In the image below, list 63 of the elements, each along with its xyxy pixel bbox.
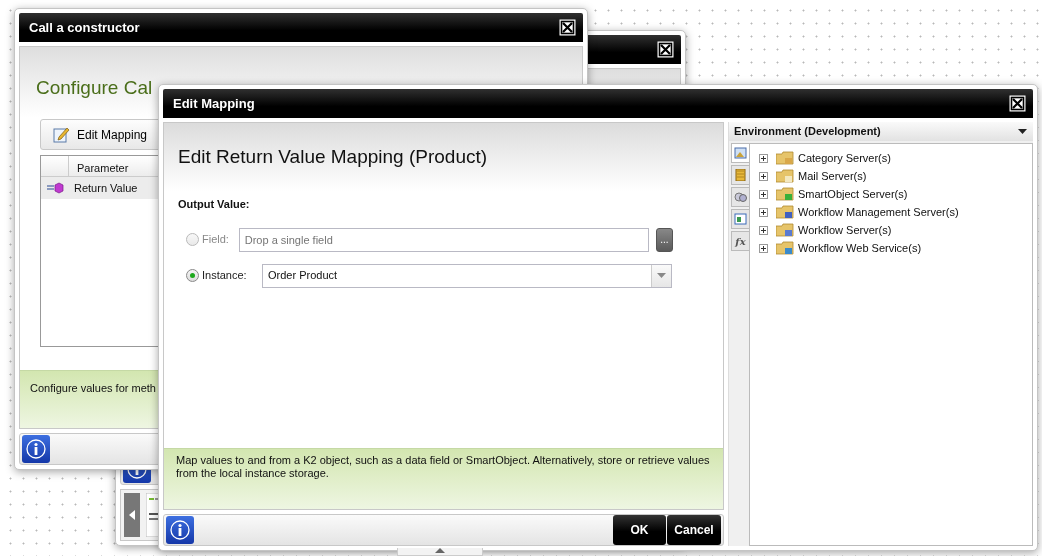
tree-item[interactable]: Workflow Management Server(s) xyxy=(759,203,1032,221)
tree-item[interactable]: Mail Server(s) xyxy=(759,167,1032,185)
servers-icon xyxy=(734,191,747,203)
dropdown-field[interactable]: Order Product xyxy=(262,263,672,288)
folder-icon xyxy=(776,241,794,255)
folder-icon xyxy=(776,187,794,201)
edit-icon xyxy=(53,126,70,143)
side-tab[interactable] xyxy=(731,209,749,229)
tree-item[interactable]: Category Server(s) xyxy=(759,149,1032,167)
info-button[interactable] xyxy=(22,435,50,463)
tree-label: SmartObject Server(s) xyxy=(798,186,908,202)
expand-icon[interactable] xyxy=(759,243,768,253)
tree-label: Workflow Web Service(s) xyxy=(798,240,922,256)
info-button[interactable] xyxy=(166,516,194,544)
tree-item[interactable]: Workflow Web Service(s) xyxy=(759,239,1032,257)
dialog-title: Call a constructor xyxy=(29,18,140,37)
expand-icon[interactable] xyxy=(759,189,768,199)
info-text: Map values to and from a K2 object, such as a data field or SmartObject. Alternatively, store or retrieve values from the local instance storage. xyxy=(164,448,723,509)
close-icon[interactable] xyxy=(657,41,674,58)
column-header: Parameter xyxy=(76,161,130,176)
folder-icon xyxy=(776,223,794,237)
panel-title: Environment (Development) xyxy=(734,124,881,140)
panel-menu-button[interactable] xyxy=(1018,129,1027,134)
tree-label: Mail Server(s) xyxy=(798,168,867,184)
tree-label: Workflow Management Server(s) xyxy=(798,204,959,220)
radio-button[interactable] xyxy=(186,269,199,282)
dialog-heading: Configure Cal xyxy=(35,76,153,100)
side-tab[interactable]: fx xyxy=(731,231,749,251)
ok-button[interactable]: OK xyxy=(613,515,666,545)
folder-icon xyxy=(776,151,794,165)
tree-item[interactable]: Workflow Server(s) xyxy=(759,221,1032,239)
edit-mapping-button[interactable]: Edit Mapping xyxy=(49,120,152,149)
collapse-button[interactable] xyxy=(124,493,140,537)
side-tab[interactable] xyxy=(731,187,749,207)
caret-icon xyxy=(1018,129,1027,134)
close-icon[interactable] xyxy=(559,19,576,36)
left-arrow-icon xyxy=(129,510,135,520)
radio-option[interactable]: Instance: xyxy=(186,267,262,284)
form-icon xyxy=(734,213,747,225)
expand-icon[interactable] xyxy=(759,207,768,217)
folder-icon xyxy=(776,205,794,219)
section-label: Output Value: xyxy=(178,197,250,212)
dialog-heading: Edit Return Value Mapping (Product) xyxy=(177,145,488,169)
tree-item[interactable]: SmartObject Server(s) xyxy=(759,185,1032,203)
folder-icon xyxy=(776,169,794,183)
table-cell-text: Return Value xyxy=(74,180,138,196)
tree-label: Category Server(s) xyxy=(798,150,891,166)
cancel-button[interactable]: Cancel xyxy=(667,515,721,545)
expand-icon[interactable] xyxy=(759,225,768,235)
up-arrow-icon xyxy=(435,548,445,553)
expand-icon[interactable] xyxy=(759,153,768,163)
tree-label: Workflow Server(s) xyxy=(798,222,892,238)
info-icon xyxy=(26,439,46,459)
parameter-icon xyxy=(47,182,64,194)
close-icon[interactable] xyxy=(1009,95,1026,112)
expand-handle[interactable] xyxy=(397,548,483,556)
caret-icon xyxy=(657,273,666,278)
dialog-title: Edit Mapping xyxy=(173,94,255,113)
notebook-icon xyxy=(734,169,747,181)
expand-icon[interactable] xyxy=(759,171,768,181)
info-icon xyxy=(170,520,190,540)
radio-option: Field: xyxy=(186,231,239,248)
picture-icon xyxy=(734,147,747,159)
